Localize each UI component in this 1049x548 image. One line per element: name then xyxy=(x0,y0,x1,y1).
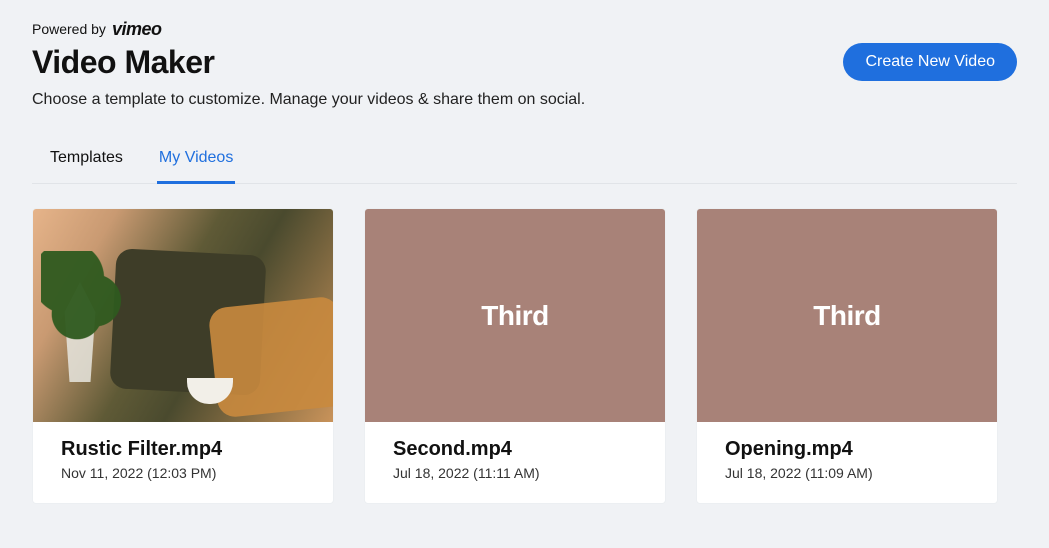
video-card[interactable]: Third Second.mp4 Jul 18, 2022 (11:11 AM) xyxy=(364,208,666,504)
video-title: Second.mp4 xyxy=(393,438,637,461)
thumbnail-overlay-text: Third xyxy=(813,300,881,332)
video-thumbnail: Third xyxy=(697,209,997,422)
thumbnail-decor xyxy=(208,296,333,419)
video-card[interactable]: Rustic Filter.mp4 Nov 11, 2022 (12:03 PM… xyxy=(32,208,334,504)
video-date: Jul 18, 2022 (11:11 AM) xyxy=(393,465,637,481)
video-title: Opening.mp4 xyxy=(725,438,969,461)
video-thumbnail: Third xyxy=(365,209,665,422)
video-card-grid: Rustic Filter.mp4 Nov 11, 2022 (12:03 PM… xyxy=(32,208,1017,504)
powered-by-prefix: Powered by xyxy=(32,21,106,37)
video-title: Rustic Filter.mp4 xyxy=(61,438,305,461)
tabs: Templates My Videos xyxy=(32,149,1017,184)
powered-by-line: Powered by vimeo xyxy=(32,20,1017,38)
vimeo-logo: vimeo xyxy=(112,20,162,38)
tab-my-videos[interactable]: My Videos xyxy=(157,149,235,184)
create-new-video-button[interactable]: Create New Video xyxy=(843,43,1017,81)
thumbnail-overlay-text: Third xyxy=(481,300,549,332)
video-thumbnail xyxy=(33,209,333,422)
page-title: Video Maker xyxy=(32,44,214,81)
video-date: Nov 11, 2022 (12:03 PM) xyxy=(61,465,305,481)
video-date: Jul 18, 2022 (11:09 AM) xyxy=(725,465,969,481)
tab-templates[interactable]: Templates xyxy=(48,149,125,184)
video-card[interactable]: Third Opening.mp4 Jul 18, 2022 (11:09 AM… xyxy=(696,208,998,504)
page-subtitle: Choose a template to customize. Manage y… xyxy=(32,91,1017,109)
